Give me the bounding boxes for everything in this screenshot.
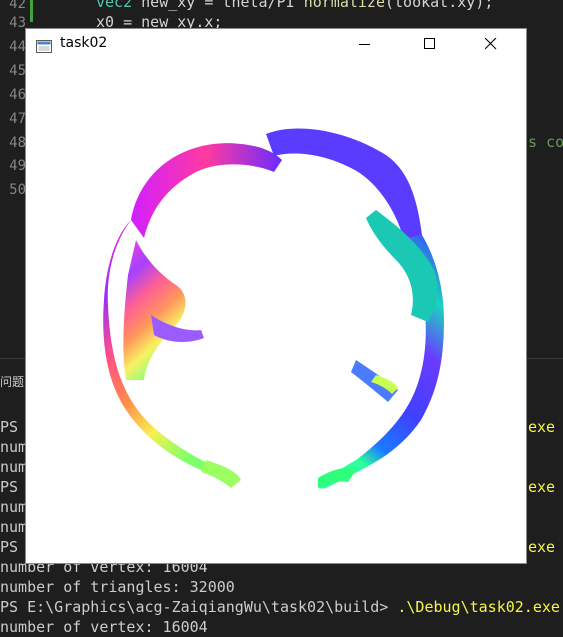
minimize-icon (359, 44, 370, 45)
code-text: (lookat.xy); (385, 0, 494, 11)
terminal-command: .\Debug\task02.exe (397, 598, 560, 616)
terminal-line: num (0, 458, 28, 476)
render-viewport[interactable] (26, 60, 526, 563)
terminal-line: PS (0, 418, 19, 436)
git-change-indicator (30, 0, 33, 22)
terminal-prompt: PS E:\Graphics\acg-ZaiqiangWu\task02\bui… (0, 598, 398, 616)
terminal-line: num (0, 518, 28, 536)
terminal-line: number of triangles: 32000 (0, 578, 235, 596)
code-text: new_xy = theta/PI (132, 0, 304, 11)
line-number: 42 (9, 0, 26, 12)
close-button[interactable] (468, 29, 514, 60)
terminal-line: PS E:\Graphics\acg-ZaiqiangWu\task02\bui… (0, 597, 560, 617)
terminal-command-fragment: exe (528, 478, 556, 496)
line-number: 45 (9, 63, 26, 79)
terminal-line: num (0, 438, 28, 456)
line-number: 47 (9, 111, 26, 127)
app-window-icon (36, 38, 52, 53)
terminal-command-fragment: exe (528, 538, 556, 556)
code-line[interactable]: vec2 new_xy = theta/PI normalize(lookat.… (96, 0, 493, 11)
terminal-line: PS (0, 538, 19, 556)
line-number: 49 (9, 158, 26, 174)
title-bar[interactable]: task02 (26, 29, 526, 60)
line-number: 43 (9, 15, 26, 31)
maximize-button[interactable] (407, 29, 453, 60)
terminal-line: PS (0, 478, 19, 496)
minimize-button[interactable] (342, 29, 388, 60)
tab-problems[interactable]: 问题 (0, 373, 24, 390)
close-icon (485, 38, 497, 50)
window-title: task02 (60, 35, 108, 51)
code-type-keyword: vec2 (96, 0, 133, 11)
terminal-line: num (0, 498, 28, 516)
line-number: 44 (9, 39, 26, 55)
terminal-command-fragment: exe (528, 418, 556, 436)
app-window[interactable]: task02 (26, 29, 526, 563)
code-function-name: normalize (303, 0, 385, 11)
code-comment: s co (528, 133, 563, 151)
line-number: 50 (9, 182, 26, 198)
terminal-line: number of vertex: 16004 (0, 618, 208, 636)
maximize-icon (424, 38, 435, 49)
line-number: 48 (9, 135, 26, 151)
rendered-mesh-image (103, 128, 444, 489)
line-number: 46 (9, 87, 26, 103)
